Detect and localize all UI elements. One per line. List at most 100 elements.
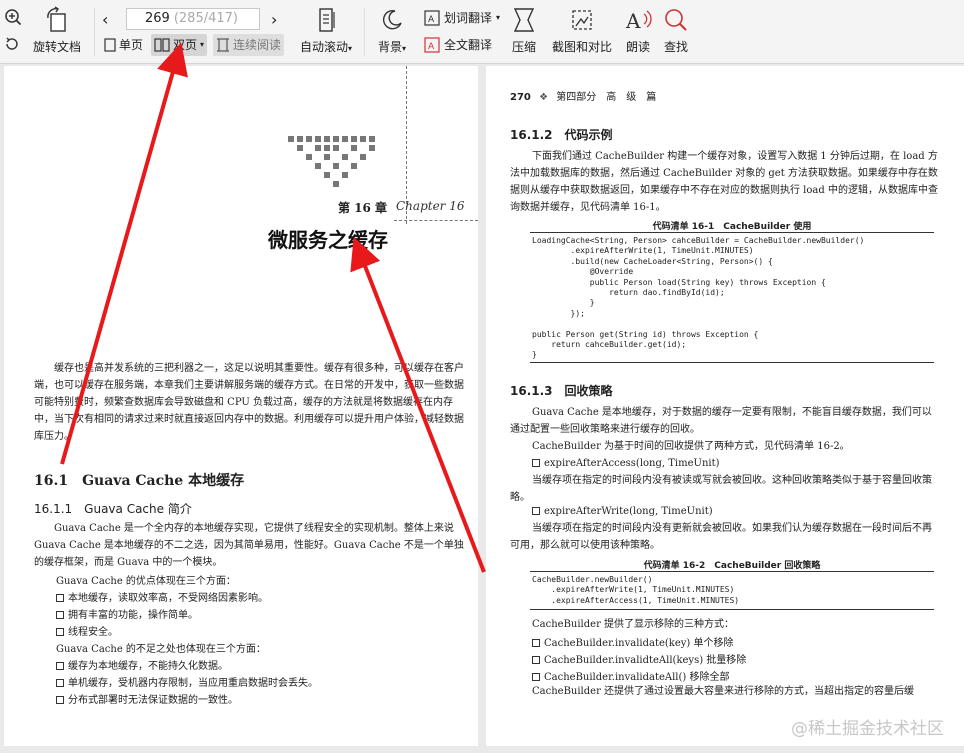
search-icon (656, 4, 696, 36)
chevron-down-icon: ▾ (402, 44, 407, 53)
list-item: expireAfterAccess(long, TimeUnit) (532, 458, 720, 469)
removal-heading: CacheBuilder 提供了显示移除的三种方式： (532, 619, 735, 630)
background-button[interactable]: 背景▾ (370, 4, 414, 55)
list-item: 本地缓存，读取效率高，不受网络因素影响。 (56, 589, 268, 604)
checkbox-bullet-icon (56, 628, 64, 636)
page-number-input[interactable]: 269 (285/417) (126, 8, 260, 30)
chapter-script: Chapter 16 (396, 199, 465, 213)
find-label: 查找 (663, 40, 688, 54)
svg-text:A: A (428, 15, 435, 25)
auto-scroll-label: 自动滚动 (299, 40, 348, 54)
checkbox-bullet-icon (56, 679, 64, 687)
left-page: 第 16 章 Chapter 16 微服务之缓存 缓存也是高并发系统的三把利器之… (4, 66, 478, 746)
code-listing: CacheBuilder.newBuilder() .expireAfterWr… (532, 575, 740, 605)
list-item: 单机缓存，受机器内存限制，当应用重启数据时会丢失。 (56, 674, 318, 689)
advantages-heading: Guava Cache 的优点体现在三个方面： (56, 576, 236, 587)
checkbox-bullet-icon (56, 611, 64, 619)
chevron-down-icon: ▾ (200, 40, 205, 49)
listing-rule (530, 232, 934, 233)
right-page: 270 ❖ 第四部分 高 级 篇 16.1.2 代码示例 下面我们通过 Cach… (486, 66, 964, 746)
listing-rule (530, 571, 934, 572)
checkbox-bullet-icon (532, 673, 540, 681)
decorative-divider (394, 220, 478, 221)
diamond-icon: ❖ (539, 92, 549, 103)
toolbar: 旋转文档 ‹ 269 (285/417) › 单页 双页 ▾ 连续阅读 自动滚动▾… (0, 0, 964, 64)
double-page-icon (154, 38, 170, 52)
chevron-down-icon: ▾ (348, 44, 353, 53)
continuous-reading-button[interactable]: 连续阅读 (213, 34, 285, 56)
svg-text:A: A (428, 42, 435, 52)
list-item: 缓存为本地缓存，不能持久化数据。 (56, 657, 228, 672)
full-translate-label: 全文翻译 (444, 38, 493, 52)
write-paragraph: 当缓存项在指定的时间段内没有更新就会被回收。如果我们认为缓存数据在一段时间后不再… (510, 523, 932, 551)
pixel-decoration-icon (288, 136, 375, 187)
chapter-number: 第 16 章 (338, 201, 388, 215)
svg-text:A: A (625, 9, 641, 33)
checkbox-bullet-icon (532, 656, 540, 664)
rotate-document-icon (32, 4, 82, 36)
page-header: 270 ❖ 第四部分 高 级 篇 (510, 88, 656, 103)
list-item: CacheBuilder.invalidteAll(keys) 批量移除 (532, 651, 746, 666)
auto-scroll-button[interactable]: 自动滚动▾ (296, 4, 356, 55)
checkbox-bullet-icon (532, 507, 540, 515)
read-aloud-button[interactable]: A 朗读 (618, 4, 658, 55)
screenshot-compare-button[interactable]: 截图和对比 (550, 4, 614, 55)
list-item: CacheBuilder.invalidate(key) 单个移除 (532, 634, 734, 649)
list-item: CacheBuilder.invalidateAll() 移除全部 (532, 668, 729, 683)
toolbar-divider (364, 8, 365, 56)
list-item: 分布式部署时无法保证数据的一致性。 (56, 691, 238, 706)
watermark: @稀土掘金技术社区 (791, 719, 944, 739)
zoom-in-icon[interactable] (4, 8, 22, 26)
part-label: 第四部分 高 级 篇 (556, 92, 657, 103)
chevron-down-icon: ▾ (496, 13, 501, 22)
listing-rule (530, 609, 934, 610)
next-page-button[interactable]: › (271, 10, 277, 29)
intro-paragraph: 缓存也是高并发系统的三把利器之一，这足以说明其重要性。缓存有很多种，可以缓存在客… (34, 363, 464, 442)
list-item: 线程安全。 (56, 623, 118, 638)
full-translate-icon: A (424, 36, 440, 53)
prev-page-button[interactable]: ‹ (102, 10, 108, 29)
checkbox-bullet-icon (56, 696, 64, 704)
checkbox-bullet-icon (532, 459, 540, 467)
page-total: (285/417) (173, 11, 238, 26)
continuous-reading-label: 连续阅读 (233, 38, 282, 52)
single-page-icon (104, 38, 116, 52)
auto-scroll-icon (296, 4, 356, 36)
screenshot-icon (550, 4, 614, 36)
word-translate-button[interactable]: A 划词翻译 ▾ (424, 9, 500, 26)
listing-caption: 代码清单 16-1 CacheBuilder 使用 (652, 222, 812, 232)
subsection-heading: 16.1.1 Guava Cache 简介 (34, 502, 192, 516)
find-button[interactable]: 查找 (656, 4, 696, 55)
eviction-intro: CacheBuilder 为基于时间的回收提供了两种方式，见代码清单 16-2。 (532, 441, 850, 452)
chapter-title: 微服务之缓存 (268, 228, 388, 252)
checkbox-bullet-icon (56, 594, 64, 602)
rotate-small-icon[interactable] (4, 36, 20, 52)
full-translate-button[interactable]: A 全文翻译 (424, 36, 492, 53)
checkbox-bullet-icon (56, 662, 64, 670)
word-translate-label: 划词翻译 (444, 11, 493, 25)
word-translate-icon: A (424, 9, 440, 26)
section-heading: 16.1 Guava Cache 本地缓存 (34, 473, 245, 489)
double-page-label: 双页 (173, 38, 198, 52)
code-example-paragraph: 下面我们通过 CacheBuilder 构建一个缓存对象，设置写入数据 1 分钟… (510, 151, 938, 213)
rotate-document-button[interactable]: 旋转文档 (32, 4, 82, 55)
last-paragraph: CacheBuilder 还提供了通过设置最大容量来进行移除的方式，当超出指定的… (532, 686, 915, 697)
read-aloud-label: 朗读 (625, 40, 650, 54)
single-page-button[interactable]: 单页 (101, 34, 146, 56)
listing-rule (530, 362, 934, 363)
compress-button[interactable]: 压缩 (502, 4, 546, 55)
list-item: expireAfterWrite(long, TimeUnit) (532, 506, 713, 517)
toolbar-divider (94, 8, 95, 56)
screenshot-compare-label: 截图和对比 (551, 40, 612, 54)
moon-icon (370, 4, 414, 36)
guava-intro-paragraph: Guava Cache 是一个全内存的本地缓存实现，它提供了线程安全的实现机制。… (34, 523, 464, 568)
background-label: 背景 (377, 40, 402, 54)
eviction-paragraph: Guava Cache 是本地缓存，对于数据的缓存一定要有限制，不能盲目缓存数据… (510, 407, 932, 435)
current-page: 269 (145, 11, 170, 26)
disadvantages-heading: Guava Cache 的不足之处也体现在三个方面： (56, 644, 266, 655)
double-page-button[interactable]: 双页 ▾ (151, 34, 208, 56)
compress-label: 压缩 (511, 40, 536, 54)
checkbox-bullet-icon (532, 639, 540, 647)
code-listing: LoadingCache<String, Person> cahceBuilde… (532, 236, 865, 360)
access-paragraph: 当缓存项在指定的时间段内没有被读或写就会被回收。这种回收策略类似于基于容量回收策… (510, 475, 932, 503)
